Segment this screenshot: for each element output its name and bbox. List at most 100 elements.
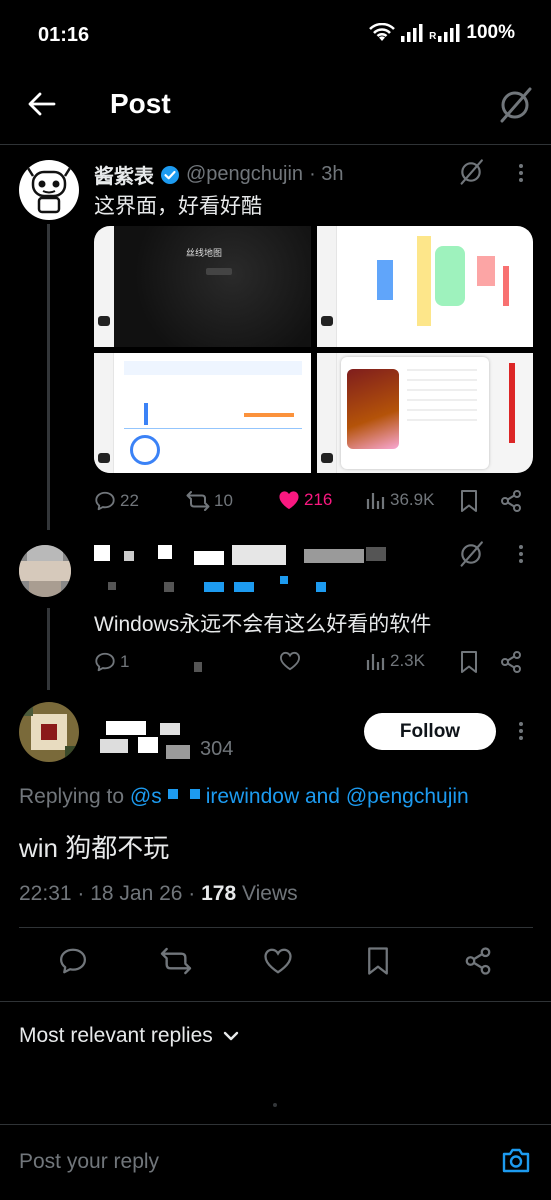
more-options-button[interactable]	[516, 162, 526, 184]
grok-icon	[460, 541, 483, 567]
bookmark-button[interactable]	[459, 489, 479, 513]
reply-input[interactable]: Post your reply	[19, 1150, 159, 1174]
more-options-button[interactable]	[516, 720, 526, 742]
reply-text: Windows永远不会有这么好看的软件	[94, 613, 432, 636]
bookmark-icon	[368, 947, 389, 975]
share-icon	[501, 490, 521, 512]
share-button[interactable]	[499, 489, 523, 513]
replying-prefix: Replying to	[19, 785, 130, 808]
media-image-1[interactable]: 丝线地图	[94, 226, 311, 347]
views-count: 36.9K	[390, 490, 435, 509]
wifi-icon	[369, 23, 396, 41]
media-image-3[interactable]	[94, 352, 311, 473]
post-text: win 狗都不玩	[19, 833, 170, 863]
media-caption: 丝线地图	[186, 248, 223, 258]
post-time: · 3h	[309, 163, 344, 185]
author-handle[interactable]: @pengchujin	[186, 163, 303, 186]
views-button[interactable]: 2.3K	[366, 651, 425, 671]
reply-button[interactable]: 22	[94, 490, 139, 512]
repost-icon	[186, 491, 210, 511]
verified-badge-icon	[161, 165, 179, 184]
bookmark-button[interactable]	[365, 946, 391, 976]
post-header: 酱紫表 @pengchujin · 3h	[94, 160, 344, 189]
header-divider	[0, 144, 551, 145]
camera-icon	[502, 1148, 530, 1173]
mention-link[interactable]: @pengchujin	[346, 785, 469, 808]
views-count: 178	[201, 882, 237, 905]
avatar[interactable]	[19, 160, 79, 220]
bookmark-icon	[461, 490, 477, 512]
camera-button[interactable]	[501, 1146, 531, 1174]
thread-line	[47, 224, 50, 530]
grok-button[interactable]	[497, 86, 533, 124]
bookmark-button[interactable]	[459, 650, 479, 674]
page-title: Post	[110, 88, 171, 119]
redacted-handle	[94, 576, 334, 596]
chevron-down-icon	[223, 1031, 238, 1041]
heart-filled-icon	[279, 491, 299, 510]
reply-count: 22	[120, 491, 139, 510]
like-button[interactable]	[279, 651, 301, 671]
post-text: 这界面，好看好酷	[94, 195, 262, 218]
replying-and: and	[299, 785, 346, 808]
media-image-4[interactable]	[316, 352, 533, 473]
follow-button[interactable]: Follow	[364, 713, 496, 750]
grok-post-button[interactable]	[458, 158, 484, 186]
heart-icon	[279, 651, 301, 671]
heart-icon	[264, 948, 293, 974]
share-icon	[501, 651, 521, 673]
views-count: 2.3K	[390, 651, 425, 670]
redacted-pixel	[194, 662, 202, 672]
divider	[19, 927, 533, 928]
arrow-left-icon	[28, 92, 56, 116]
share-button[interactable]	[463, 946, 493, 976]
like-button[interactable]	[263, 946, 293, 976]
grok-post-button[interactable]	[458, 540, 484, 568]
loading-indicator	[273, 1103, 277, 1107]
sort-replies-dropdown[interactable]: Most relevant replies	[19, 1024, 239, 1048]
grok-icon	[500, 87, 532, 123]
more-vertical-icon	[519, 722, 523, 740]
signal-icon	[401, 24, 423, 42]
avatar[interactable]	[19, 702, 79, 762]
repost-count: 10	[214, 491, 233, 510]
like-button[interactable]: 216	[278, 490, 332, 510]
share-button[interactable]	[499, 650, 523, 674]
media-image-2[interactable]	[316, 226, 533, 347]
avatar[interactable]	[19, 545, 71, 597]
thread-line	[47, 608, 50, 690]
battery-level: 100%	[466, 22, 515, 43]
reply-icon	[95, 652, 115, 672]
repost-icon	[160, 947, 191, 975]
replying-to: Replying to @s irewindow and @pengchujin	[19, 785, 469, 809]
signal-icon-2	[438, 24, 460, 42]
sort-label: Most relevant replies	[19, 1024, 213, 1047]
more-vertical-icon	[519, 164, 523, 182]
mention-link[interactable]: @s	[130, 785, 162, 808]
post-timestamp: 22:31 · 18 Jan 26 ·	[19, 882, 202, 905]
media-grid[interactable]: 丝线地图	[94, 226, 533, 473]
roaming-indicator: R	[429, 30, 437, 42]
redacted-author	[94, 545, 394, 567]
share-icon	[465, 947, 491, 975]
divider	[0, 1001, 551, 1002]
repost-button[interactable]	[160, 946, 192, 976]
reply-button[interactable]	[58, 946, 88, 976]
more-options-button[interactable]	[516, 543, 526, 565]
mention-link-tail[interactable]: irewindow	[206, 785, 299, 808]
views-button[interactable]: 36.9K	[366, 490, 434, 510]
post-meta: 22:31 · 18 Jan 26 · 178 Views	[19, 882, 298, 906]
author-name[interactable]: 酱紫表	[94, 160, 154, 189]
back-button[interactable]	[22, 86, 62, 122]
status-time: 01:16	[38, 24, 90, 46]
bookmark-icon	[461, 651, 477, 673]
views-label: Views	[236, 882, 298, 905]
reply-button[interactable]: 1	[94, 651, 129, 673]
robot-avatar-icon	[26, 167, 72, 214]
grok-icon	[460, 159, 483, 185]
repost-button[interactable]: 10	[186, 490, 233, 512]
status-icons: R 100%	[369, 22, 515, 44]
more-vertical-icon	[519, 545, 523, 563]
post-actions	[0, 946, 551, 976]
divider	[0, 1124, 551, 1125]
